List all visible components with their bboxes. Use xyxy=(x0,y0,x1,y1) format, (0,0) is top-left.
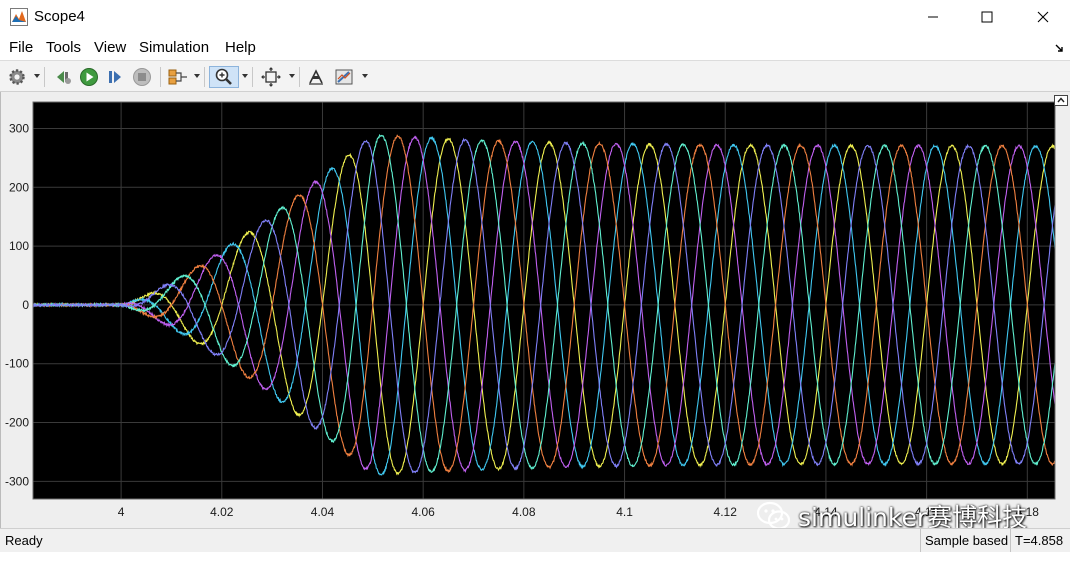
y-tick-label: 100 xyxy=(9,239,29,253)
zoom-icon xyxy=(215,68,232,85)
y-tick-label: 300 xyxy=(9,121,29,135)
x-tick-label: 4.12 xyxy=(714,505,738,519)
window-title: Scope4 xyxy=(34,8,85,25)
y-tick-label: 0 xyxy=(22,298,29,312)
status-bar: Ready Sample based T=4.858 xyxy=(0,528,1070,552)
signal-select-button[interactable] xyxy=(305,66,327,88)
autoscale-button[interactable] xyxy=(259,66,283,88)
zoom-dropdown-caret[interactable] xyxy=(242,74,248,78)
scope-frame: 300 200 100 0 -100 -200 -300 4 4.02 4.04 4.06 4.08… xyxy=(0,92,1070,528)
x-tick-label: 4.04 xyxy=(311,505,335,519)
step-forward-icon xyxy=(109,71,121,83)
highlight-block-icon xyxy=(168,69,187,85)
close-icon xyxy=(1037,11,1049,23)
undock-icon[interactable] xyxy=(1054,95,1068,106)
resize-arrow-icon[interactable] xyxy=(1054,42,1066,54)
scope-plot[interactable]: 300 200 100 0 -100 -200 -300 4 4.02 4.04 4.06 4.08… xyxy=(1,92,1071,528)
highlight-block-button[interactable] xyxy=(166,66,190,88)
gear-icon xyxy=(9,69,25,85)
stop-button[interactable] xyxy=(131,66,153,88)
style-icon xyxy=(335,69,353,85)
step-back-button[interactable] xyxy=(52,66,74,88)
title-bar: Scope4 xyxy=(0,0,1080,34)
y-tick-label: -200 xyxy=(5,416,29,430)
x-tick-label: 4.1 xyxy=(616,505,633,519)
maximize-button[interactable] xyxy=(964,0,1010,34)
step-back-icon xyxy=(57,71,71,84)
y-tick-label: 200 xyxy=(9,180,29,194)
x-tick-label: 4 xyxy=(118,505,125,519)
toolbar-separator xyxy=(44,67,45,87)
signal-select-icon xyxy=(309,69,323,85)
zoom-button[interactable] xyxy=(209,66,239,88)
run-icon xyxy=(80,68,98,86)
step-forward-button[interactable] xyxy=(104,66,126,88)
maximize-icon xyxy=(981,11,993,23)
simulink-scope-icon xyxy=(10,8,28,26)
y-tick-label: -100 xyxy=(5,357,29,371)
highlight-dropdown-caret[interactable] xyxy=(194,74,200,78)
toolbar-separator xyxy=(252,67,253,87)
toolbar-separator xyxy=(160,67,161,87)
minimize-icon xyxy=(928,16,938,18)
settings-button[interactable] xyxy=(6,66,28,88)
x-tick-label: 4.08 xyxy=(512,505,536,519)
menu-bar: File Tools View Simulation Help xyxy=(0,36,1080,60)
y-tick-label: -300 xyxy=(5,474,29,488)
menu-simulation[interactable]: Simulation xyxy=(139,39,209,56)
status-sample-mode: Sample based xyxy=(920,529,1010,552)
autoscale-dropdown-caret[interactable] xyxy=(289,74,295,78)
style-button[interactable] xyxy=(333,66,357,88)
menu-tools[interactable]: Tools xyxy=(46,39,81,56)
toolbar-separator xyxy=(204,67,205,87)
autoscale-icon xyxy=(261,67,281,87)
status-ready: Ready xyxy=(5,533,43,548)
x-tick-label: 4.06 xyxy=(411,505,435,519)
menu-file[interactable]: File xyxy=(9,39,33,56)
run-button[interactable] xyxy=(78,66,100,88)
style-dropdown-caret[interactable] xyxy=(362,74,368,78)
settings-dropdown-caret[interactable] xyxy=(34,74,40,78)
toolbar xyxy=(0,60,1070,92)
menu-help[interactable]: Help xyxy=(225,39,256,56)
toolbar-separator xyxy=(299,67,300,87)
y-tick-labels: 300 200 100 0 -100 -200 -300 xyxy=(5,121,29,488)
status-sim-time: T=4.858 xyxy=(1010,529,1070,552)
x-tick-label: 4.02 xyxy=(210,505,234,519)
close-button[interactable] xyxy=(1020,0,1066,34)
minimize-button[interactable] xyxy=(910,0,956,34)
menu-view[interactable]: View xyxy=(94,39,126,56)
stop-icon xyxy=(133,68,151,86)
